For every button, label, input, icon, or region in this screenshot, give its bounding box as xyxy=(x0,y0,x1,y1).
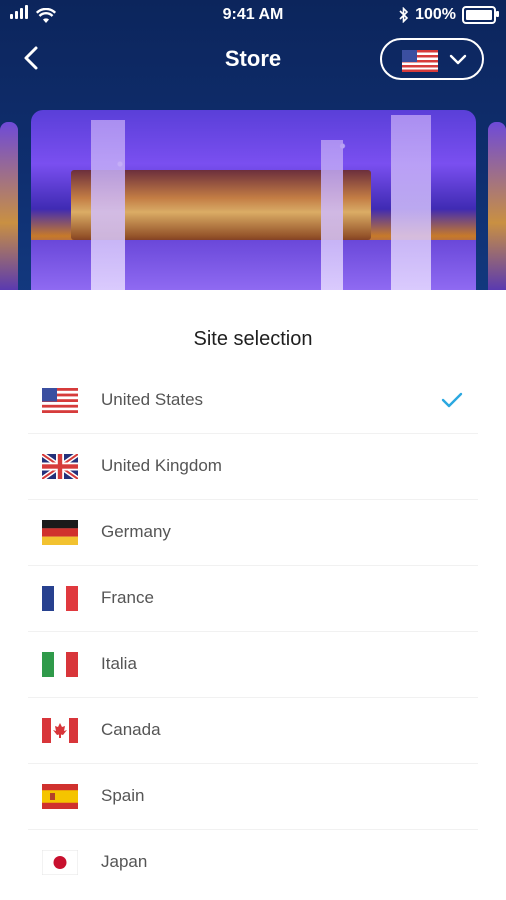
site-name: France xyxy=(101,588,154,607)
chevron-down-icon xyxy=(449,54,467,65)
flag-jp-icon xyxy=(42,850,78,875)
status-bar: 9:41 AM 100% xyxy=(0,0,506,30)
flag-de-icon xyxy=(42,520,78,545)
light-tree xyxy=(91,120,125,290)
sheet-title: Site selection xyxy=(193,328,313,350)
carousel-next-slide[interactable] xyxy=(488,122,506,290)
status-right: 100% xyxy=(399,6,499,24)
site-option-france[interactable]: France xyxy=(28,566,478,632)
battery-percent: 100% xyxy=(415,6,456,23)
flag-us-icon xyxy=(402,50,438,72)
light-tree xyxy=(321,140,343,290)
site-option-germany[interactable]: Germany xyxy=(28,500,478,566)
store-banner-image[interactable] xyxy=(31,110,476,290)
site-option-spain[interactable]: Spain xyxy=(28,764,478,830)
site-name: United States xyxy=(101,390,204,409)
bluetooth-icon xyxy=(399,7,409,23)
flag-es-icon xyxy=(42,784,78,809)
site-name: Germany xyxy=(101,522,171,541)
header-background: 9:41 AM 100% Store xyxy=(0,0,506,300)
check-icon xyxy=(441,392,463,408)
site-selection-sheet: Site selection United States United King… xyxy=(0,290,506,900)
battery-icon xyxy=(462,6,499,24)
site-name: Japan xyxy=(101,852,148,871)
flag-us-icon xyxy=(42,388,78,413)
site-name: United Kingdom xyxy=(101,456,222,475)
carousel-prev-slide[interactable] xyxy=(0,122,18,290)
site-name: Italia xyxy=(101,654,137,673)
store-image-carousel[interactable] xyxy=(0,110,506,290)
site-option-united-kingdom[interactable]: United Kingdom xyxy=(28,434,478,500)
flag-ca-icon xyxy=(42,718,78,743)
site-option-japan[interactable]: Japan xyxy=(28,830,478,895)
site-name: Canada xyxy=(101,720,161,739)
battery-fill xyxy=(466,10,492,20)
nav-bar: Store xyxy=(0,36,506,82)
flag-fr-icon xyxy=(42,586,78,611)
flag-uk-icon xyxy=(42,454,78,479)
site-selector-button[interactable] xyxy=(380,38,484,80)
site-option-italia[interactable]: Italia xyxy=(28,632,478,698)
site-list: United States United Kingdom Germany Fra… xyxy=(28,368,478,895)
site-option-united-states[interactable]: United States xyxy=(28,368,478,434)
flag-it-icon xyxy=(42,652,78,677)
site-option-canada[interactable]: Canada xyxy=(28,698,478,764)
site-name: Spain xyxy=(101,786,145,805)
light-tree xyxy=(391,115,431,290)
